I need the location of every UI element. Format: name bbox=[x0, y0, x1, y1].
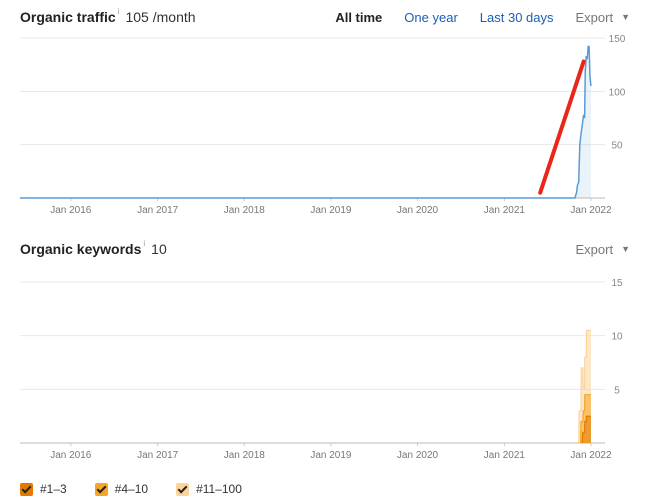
organic-traffic-header: Organic traffic i 105 /month All time On… bbox=[20, 6, 630, 28]
checkbox-icon[interactable] bbox=[176, 482, 190, 496]
range-one-year-button[interactable]: One year bbox=[404, 10, 457, 25]
x-tick-label: Jan 2020 bbox=[397, 205, 439, 216]
organic-keywords-title: Organic keywords bbox=[20, 241, 142, 257]
x-tick-label: Jan 2022 bbox=[570, 205, 612, 216]
checkbox-icon[interactable] bbox=[20, 482, 33, 496]
info-icon[interactable]: i bbox=[118, 7, 120, 16]
chevron-down-icon: ▼ bbox=[621, 12, 630, 22]
x-tick-label: Jan 2020 bbox=[397, 450, 439, 461]
checkbox-icon[interactable] bbox=[94, 482, 108, 496]
y-tick-label: 5 bbox=[614, 385, 620, 396]
x-tick-label: Jan 2016 bbox=[50, 205, 92, 216]
keywords-export-button[interactable]: Export ▼ bbox=[576, 242, 631, 257]
y-tick-label: 15 bbox=[611, 278, 623, 289]
keywords-legend: #1–3 #4–10 #11–100 bbox=[20, 482, 270, 496]
legend-label: #11–100 bbox=[196, 482, 242, 496]
traffic-export-button[interactable]: Export ▼ bbox=[576, 10, 631, 25]
x-tick-label: Jan 2021 bbox=[484, 450, 526, 461]
legend-label: #1–3 bbox=[40, 482, 67, 496]
organic-keywords-panel: 5 10 15 Jan 2016 Jan 2017 Jan 2018 Jan 2019 Jan… bbox=[0, 232, 650, 500]
x-tick-label: Jan 2019 bbox=[310, 205, 352, 216]
x-tick-label: Jan 2018 bbox=[224, 205, 266, 216]
legend-item-11-100[interactable]: #11–100 bbox=[176, 482, 242, 496]
x-tick-label: Jan 2017 bbox=[137, 450, 179, 461]
info-icon[interactable]: i bbox=[143, 239, 145, 248]
organic-keywords-chart: 5 10 15 Jan 2016 Jan 2017 Jan 2018 Jan 2019 Jan… bbox=[20, 278, 623, 461]
y-tick-label: 50 bbox=[611, 141, 623, 152]
x-tick-label: Jan 2016 bbox=[50, 450, 92, 461]
y-tick-label: 100 bbox=[609, 87, 626, 98]
range-last-30-days-button[interactable]: Last 30 days bbox=[480, 10, 554, 25]
x-tick-label: Jan 2017 bbox=[137, 205, 179, 216]
keywords-export-label: Export bbox=[575, 241, 614, 257]
organic-keywords-header: Organic keywords i 10 Export ▼ bbox=[20, 238, 630, 260]
chevron-down-icon: ▼ bbox=[621, 244, 630, 254]
organic-traffic-value: 105 /month bbox=[125, 9, 196, 25]
traffic-export-label: Export bbox=[575, 9, 614, 25]
x-tick-label: Jan 2018 bbox=[224, 450, 266, 461]
legend-label: #4–10 bbox=[114, 482, 149, 496]
y-tick-label: 150 bbox=[609, 34, 626, 45]
organic-traffic-panel: 50 100 150 Jan 2016 Jan 2017 Jan 2018 Jan 2019… bbox=[0, 0, 650, 230]
x-tick-label: Jan 2021 bbox=[484, 205, 526, 216]
legend-item-4-10[interactable]: #4–10 bbox=[94, 482, 149, 496]
range-all-time-button[interactable]: All time bbox=[335, 10, 382, 25]
x-tick-label: Jan 2022 bbox=[570, 450, 612, 461]
organic-traffic-chart: 50 100 150 Jan 2016 Jan 2017 Jan 2018 Jan 2019… bbox=[20, 34, 626, 216]
y-tick-label: 10 bbox=[611, 332, 623, 343]
organic-keywords-value: 10 bbox=[151, 241, 167, 257]
organic-traffic-title: Organic traffic bbox=[20, 9, 116, 25]
series-area-0 bbox=[20, 46, 591, 198]
legend-item-1-3[interactable]: #1–3 bbox=[20, 482, 67, 496]
annotation-arrow-line bbox=[538, 59, 586, 195]
series-line-0 bbox=[20, 45, 592, 199]
x-tick-label: Jan 2019 bbox=[310, 450, 352, 461]
